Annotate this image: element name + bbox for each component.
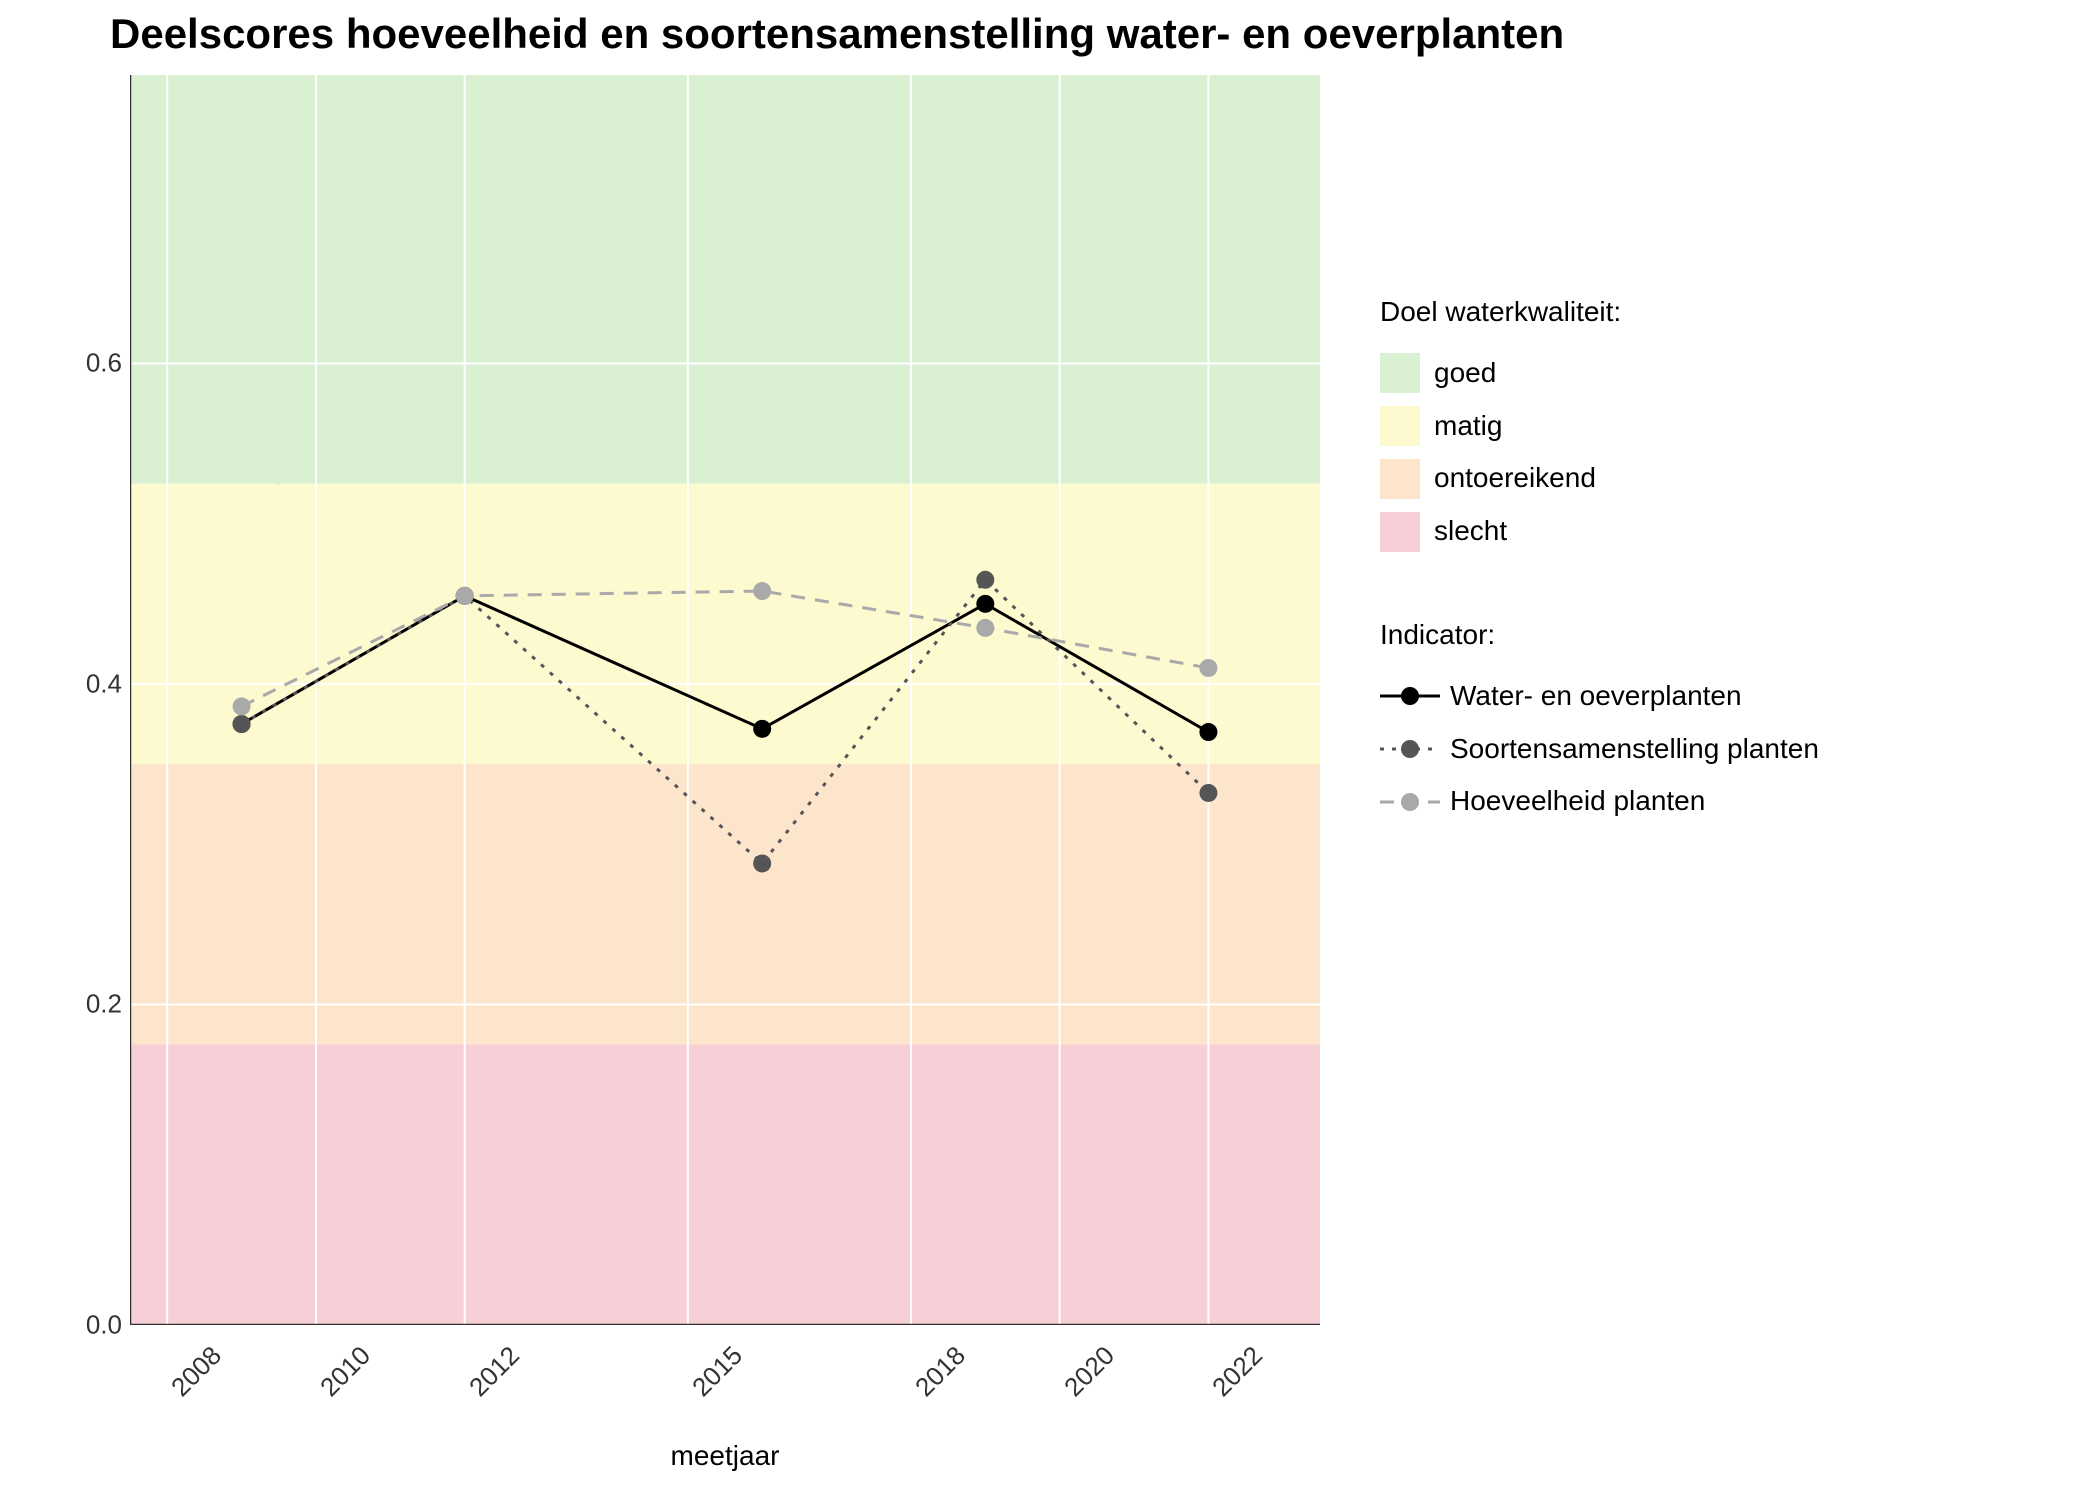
y-tick-label: 0.6 [86, 348, 122, 379]
legend-series-item: Water- en oeverplanten [1380, 670, 1819, 723]
legend-line-sample [1380, 729, 1440, 769]
legend-band-item: goed [1380, 347, 1819, 400]
data-point [976, 571, 994, 589]
data-point [976, 595, 994, 613]
x-tick-label: 2010 [314, 1340, 377, 1403]
legend-bands-block: Doel waterkwaliteit: goed matig ontoereike… [1380, 290, 1819, 558]
legend-series-title: Indicator: [1380, 613, 1819, 658]
legend-band-label: slecht [1434, 509, 1507, 554]
legend-swatch [1380, 353, 1420, 393]
chart-title: Deelscores hoeveelheid en soortensamenst… [110, 10, 1564, 58]
quality-band-slecht [130, 1045, 1320, 1325]
data-point [753, 720, 771, 738]
legend-band-label: goed [1434, 351, 1496, 396]
legend-series-item: Soortensamenstelling planten [1380, 723, 1819, 776]
legend-series-item: Hoeveelheid planten [1380, 775, 1819, 828]
legend-line-sample [1380, 782, 1440, 822]
data-point [456, 587, 474, 605]
x-tick-label: 2015 [686, 1340, 749, 1403]
legend-series-label: Soortensamenstelling planten [1450, 727, 1819, 772]
x-tick-label: 2008 [165, 1340, 228, 1403]
data-point [233, 697, 251, 715]
data-point [976, 619, 994, 637]
data-point [1199, 784, 1217, 802]
legend-band-item: matig [1380, 400, 1819, 453]
legend: Doel waterkwaliteit: goed matig ontoereike… [1380, 290, 1819, 883]
data-point [1199, 659, 1217, 677]
x-tick-label: 2018 [909, 1340, 972, 1403]
data-point [753, 582, 771, 600]
x-tick-label: 2012 [463, 1340, 526, 1403]
legend-band-item: slecht [1380, 505, 1819, 558]
legend-series-label: Hoeveelheid planten [1450, 779, 1705, 824]
legend-line-sample [1380, 676, 1440, 716]
legend-swatch [1380, 512, 1420, 552]
data-point [233, 715, 251, 733]
quality-band-ontoereikend [130, 764, 1320, 1044]
legend-band-label: matig [1434, 404, 1502, 449]
legend-band-item: ontoereikend [1380, 452, 1819, 505]
y-tick-label: 0.0 [86, 1310, 122, 1341]
quality-band-matig [130, 484, 1320, 764]
y-tick-label: 0.2 [86, 989, 122, 1020]
chart-plot-area [130, 75, 1320, 1325]
x-axis-label: meetjaar [130, 1440, 1320, 1472]
legend-series-label: Water- en oeverplanten [1450, 674, 1742, 719]
y-tick-label: 0.4 [86, 668, 122, 699]
x-tick-label: 2020 [1058, 1340, 1121, 1403]
quality-band-goed [130, 75, 1320, 484]
legend-swatch [1380, 459, 1420, 499]
legend-band-label: ontoereikend [1434, 456, 1596, 501]
legend-swatch [1380, 406, 1420, 446]
legend-bands-title: Doel waterkwaliteit: [1380, 290, 1819, 335]
x-tick-label: 2022 [1206, 1340, 1269, 1403]
data-point [753, 854, 771, 872]
legend-series-block: Indicator: Water- en oeverplanten Soorten… [1380, 613, 1819, 828]
data-point [1199, 723, 1217, 741]
